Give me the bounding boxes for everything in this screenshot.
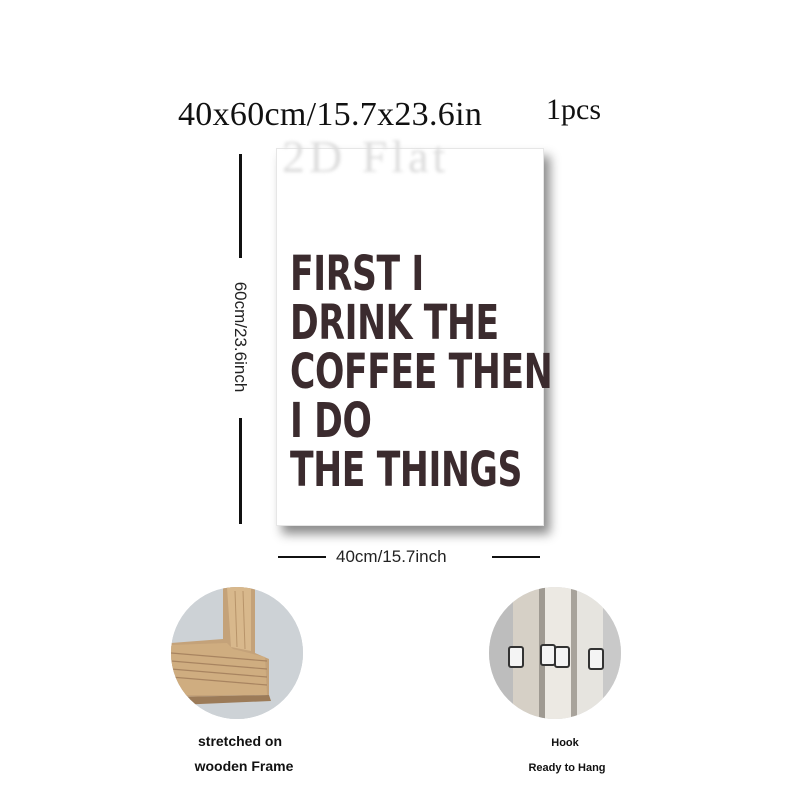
height-dimension-line-top — [239, 154, 242, 258]
width-dimension-line-left — [278, 556, 326, 558]
hook-caption-line-2: Ready to Hang — [528, 762, 606, 774]
height-dimension-line-bottom — [239, 418, 242, 524]
wooden-frame-photo-icon — [171, 587, 303, 719]
poster-line: FIRST I — [290, 246, 424, 302]
width-dimension-label: 40cm/15.7inch — [336, 547, 447, 566]
width-dimension-line-right — [492, 556, 540, 558]
poster-line: I DO — [290, 393, 372, 449]
hook-photo-icon — [489, 587, 621, 719]
poster-line: THE THINGS — [290, 442, 523, 498]
poster-line: DRINK THE — [290, 295, 499, 351]
size-title: 40x60cm/15.7x23.6in — [178, 96, 483, 133]
height-dimension-label: 60cm/23.6inch — [231, 281, 250, 393]
quantity-label: 1pcs — [546, 93, 601, 126]
hook-caption-line-1: Hook — [551, 737, 579, 749]
poster-quote: FIRST I DRINK THE COFFEE THEN I DO THE T… — [290, 246, 553, 498]
poster-line: COFFEE THEN — [290, 344, 553, 400]
frame-caption-line-1: stretched on — [197, 733, 283, 749]
watermark-text: 2D Flat — [282, 131, 450, 182]
frame-caption-line-2: wooden Frame — [194, 758, 294, 774]
